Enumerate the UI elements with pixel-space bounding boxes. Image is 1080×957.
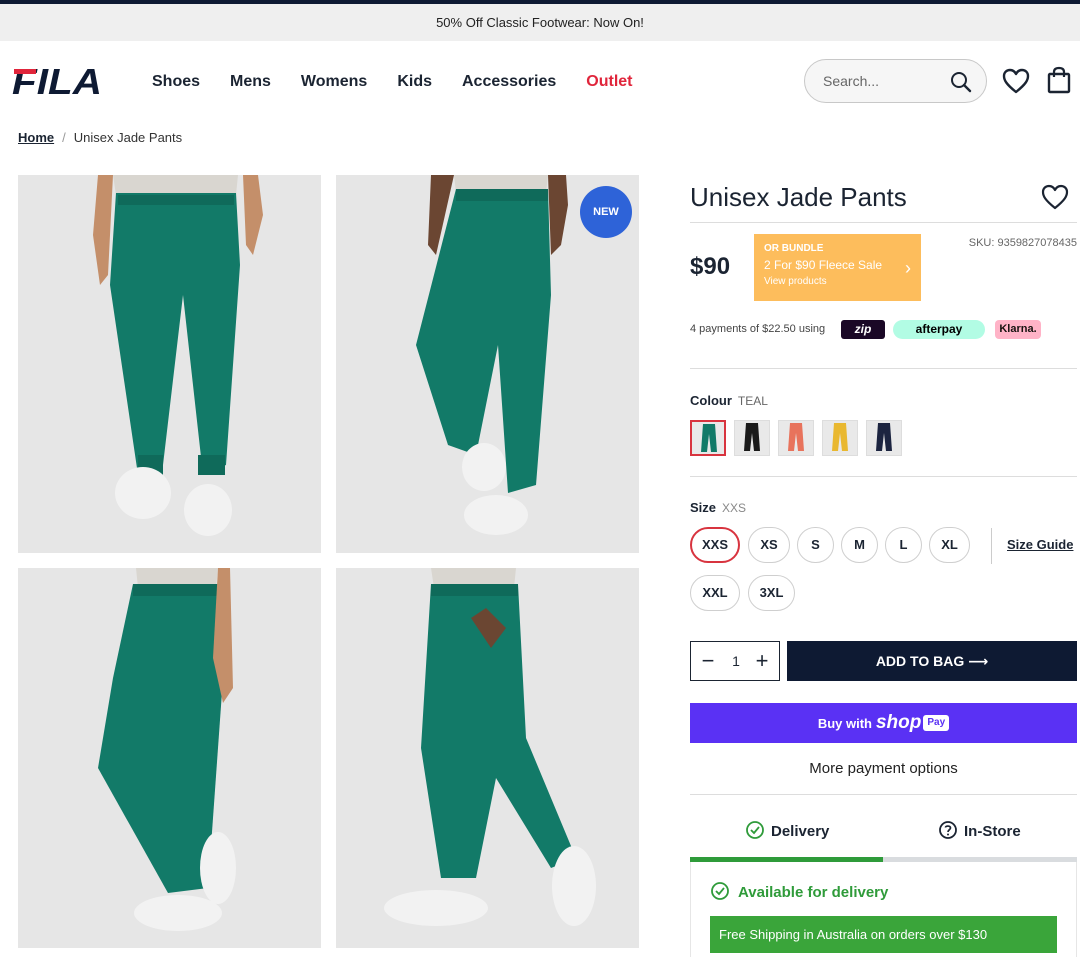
- shop-pay-buy-with: Buy with: [817, 716, 872, 731]
- divider: [690, 368, 1077, 369]
- size-xl[interactable]: XL: [929, 527, 970, 563]
- size-m[interactable]: M: [841, 527, 878, 563]
- product-price: $90: [690, 253, 731, 280]
- check-circle-icon: [711, 882, 729, 900]
- shop-pay-logo: shop: [875, 712, 922, 733]
- breadcrumb-separator: /: [62, 130, 66, 145]
- search-box[interactable]: [804, 59, 987, 103]
- free-shipping-banner: Free Shipping in Australia on orders ove…: [710, 916, 1057, 953]
- quantity-stepper: − 1 +: [690, 641, 780, 681]
- colour-swatch-teal[interactable]: [690, 420, 726, 456]
- divider: [690, 222, 1077, 223]
- nav-outlet[interactable]: Outlet: [586, 73, 632, 91]
- fila-logo[interactable]: FILA: [12, 65, 104, 97]
- bundle-heading: OR BUNDLE: [764, 243, 824, 254]
- size-s[interactable]: S: [797, 527, 834, 563]
- add-to-bag-button[interactable]: ADD TO BAG ⟶: [787, 641, 1077, 681]
- nav-kids[interactable]: Kids: [397, 73, 432, 91]
- product-title: Unisex Jade Pants: [690, 182, 907, 212]
- size-guide-link[interactable]: Size Guide: [1007, 537, 1073, 552]
- breadcrumb-home[interactable]: Home: [18, 130, 54, 145]
- divider: [690, 476, 1077, 477]
- tab-in-store[interactable]: In-Store: [938, 820, 1021, 846]
- product-wishlist-heart-icon[interactable]: [1041, 184, 1069, 210]
- shop-pay-button[interactable]: Buy with shop Pay: [690, 703, 1077, 743]
- size-divider: [991, 528, 992, 564]
- wishlist-heart-icon[interactable]: [1002, 68, 1030, 94]
- main-nav: Shoes Mens Womens Kids Accessories Outle…: [152, 73, 663, 91]
- pants-front-image: [18, 175, 321, 553]
- sku: SKU: 9359827078435: [968, 237, 1077, 249]
- chevron-right-icon: ›: [905, 258, 911, 278]
- shopping-bag-icon[interactable]: [1046, 66, 1072, 94]
- size-label: Size XXS: [690, 500, 746, 515]
- size-label-text: Size: [690, 500, 717, 515]
- size-xxl[interactable]: XXL: [690, 575, 740, 611]
- nav-womens[interactable]: Womens: [301, 73, 367, 91]
- colour-swatch-black[interactable]: [734, 420, 770, 456]
- shop-pay-badge: Pay: [923, 715, 950, 731]
- question-circle-icon: [939, 821, 957, 839]
- availability-status: Available for delivery: [710, 881, 888, 901]
- tab-in-store-label: In-Store: [964, 823, 1021, 840]
- plus-icon[interactable]: +: [752, 649, 772, 673]
- logo-red-bar: [14, 69, 36, 74]
- bundle-link[interactable]: View products: [764, 276, 911, 287]
- size-xxs[interactable]: XXS: [690, 527, 740, 563]
- colour-swatch-coral[interactable]: [778, 420, 814, 456]
- bundle-offer: 2 For $90 Fleece Sale: [764, 258, 883, 272]
- size-3xl[interactable]: 3XL: [748, 575, 795, 611]
- colour-label-text: Colour: [690, 393, 732, 408]
- search-input[interactable]: [823, 70, 943, 92]
- product-photo-front[interactable]: [18, 175, 321, 553]
- bundle-promo[interactable]: OR BUNDLE 2 For $90 Fleece Sale View pro…: [754, 234, 921, 301]
- product-photo-left[interactable]: [18, 568, 321, 948]
- tab-delivery[interactable]: Delivery: [745, 820, 829, 846]
- new-badge: NEW: [580, 186, 632, 238]
- more-payment-options-link[interactable]: More payment options: [690, 760, 1077, 777]
- klarna-logo[interactable]: Klarna.: [995, 320, 1041, 339]
- availability-text: Available for delivery: [738, 884, 889, 901]
- announcement-bar[interactable]: 50% Off Classic Footwear: Now On!: [0, 4, 1080, 41]
- zip-logo[interactable]: zip: [841, 320, 885, 339]
- divider: [690, 794, 1077, 795]
- nav-accessories[interactable]: Accessories: [462, 73, 556, 91]
- check-circle-icon: [746, 821, 764, 839]
- nav-shoes[interactable]: Shoes: [152, 73, 200, 91]
- breadcrumb: Home / Unisex Jade Pants: [18, 130, 182, 145]
- breadcrumb-current: Unisex Jade Pants: [73, 130, 183, 145]
- site-header: FILA Shoes Mens Womens Kids Accessories …: [0, 41, 1080, 123]
- installments-text: 4 payments of $22.50 using: [690, 323, 826, 335]
- pants-right-image: [336, 568, 639, 948]
- size-selected: XXS: [722, 501, 747, 515]
- product-photo-right[interactable]: [336, 568, 639, 948]
- pants-left-image: [18, 568, 321, 948]
- quantity-value[interactable]: 1: [725, 653, 747, 669]
- colour-label: Colour TEAL: [690, 393, 768, 408]
- colour-swatch-yellow[interactable]: [822, 420, 858, 456]
- colour-swatch-navy[interactable]: [866, 420, 902, 456]
- minus-icon[interactable]: −: [698, 649, 718, 673]
- search-icon[interactable]: [949, 70, 973, 94]
- size-l[interactable]: L: [885, 527, 922, 563]
- colour-selected: TEAL: [737, 394, 768, 408]
- size-xs[interactable]: XS: [748, 527, 790, 563]
- tab-delivery-label: Delivery: [771, 823, 830, 840]
- afterpay-logo[interactable]: afterpay: [893, 320, 985, 339]
- nav-mens[interactable]: Mens: [230, 73, 271, 91]
